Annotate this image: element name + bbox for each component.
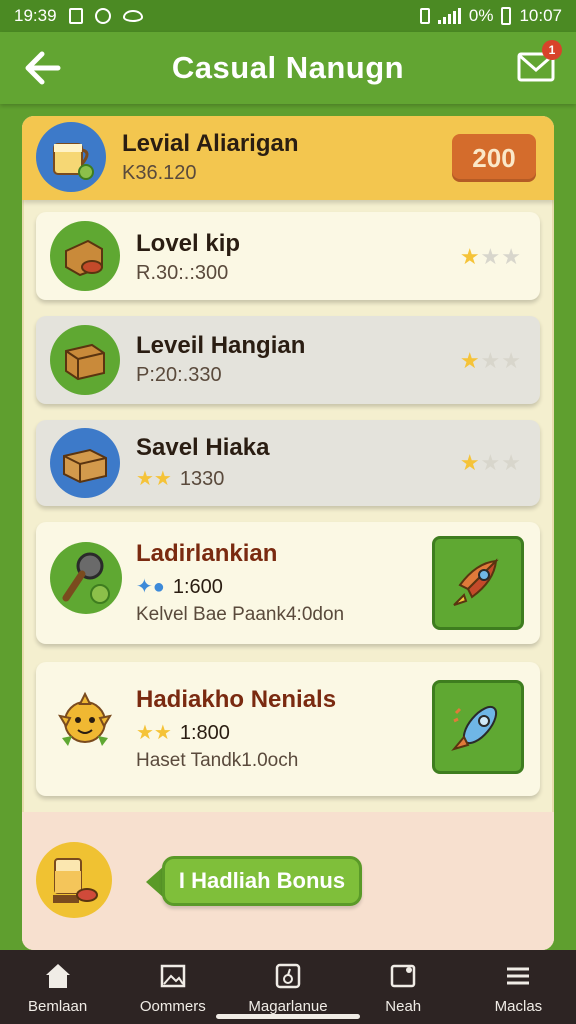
menu-icon: [507, 967, 530, 984]
back-arrow-icon: [25, 51, 61, 85]
status-bar: 19:39 0% 10:07: [0, 0, 576, 32]
list-item[interactable]: Lovel kip R.30:.:300 ★★★: [36, 212, 540, 300]
rocket-icon: [451, 705, 498, 751]
stars-icon: ★★: [136, 468, 172, 490]
item-avatar: [50, 325, 120, 395]
back-button[interactable]: [20, 48, 64, 88]
bottom-nav: Bemlaan Oommers Magarlanue Neah Maclas: [0, 950, 576, 1024]
music-icon: [68, 8, 83, 24]
battery-icon: [501, 7, 512, 25]
item-rating: ★★★: [459, 348, 522, 373]
rocket-icon: [453, 558, 499, 606]
gesture-bar[interactable]: [216, 1014, 360, 1019]
sun-creature-icon: [57, 691, 113, 746]
reward-card[interactable]: Hadiakho Nenials ★★ 1:800 Haset Tandk1.0o…: [36, 662, 540, 796]
reward-value-row: ★★ 1:800: [136, 720, 230, 745]
item-rating: ★★★: [459, 450, 522, 475]
bread-icon: [65, 239, 103, 277]
status-clock: 10:07: [519, 6, 562, 25]
list-item[interactable]: Savel Hiaka ★★ 1330 ★★★: [36, 420, 540, 506]
bonus-avatar: [36, 842, 112, 918]
gem-icon: ✦●: [136, 576, 165, 598]
reward-value-row: ✦● 1:600: [136, 574, 223, 599]
featured-sub: K36.120: [122, 162, 197, 184]
featured-card[interactable]: Levial Aliarigan K36.120 200: [22, 116, 554, 200]
item-sub: P:20:.330: [136, 364, 222, 386]
bonus-button[interactable]: I Hadliah Bonus: [162, 856, 362, 906]
box-icon: [65, 343, 105, 381]
nav-item-notes[interactable]: Neah: [346, 950, 461, 1024]
mail-button[interactable]: 1: [516, 40, 562, 86]
list-item[interactable]: Leveil Hangian P:20:.330 ★★★: [36, 316, 540, 404]
reward-name: Ladirlankian: [136, 540, 278, 567]
nav-label: Neah: [385, 997, 422, 1015]
mail-badge: 1: [542, 40, 562, 60]
stars-icon: ★★: [136, 722, 172, 744]
reward-desc: Haset Tandk1.0och: [136, 750, 299, 771]
reward-avatar: [46, 684, 124, 762]
reward-card[interactable]: Ladirlankian ✦● 1:600 Kelvel Bae Paank4:0…: [36, 522, 540, 644]
battery-text: 0%: [468, 6, 494, 25]
reward-value: 1:600: [172, 576, 223, 598]
points-badge[interactable]: 200: [452, 134, 536, 182]
nav-item-menu[interactable]: Maclas: [461, 950, 576, 1024]
item-avatar: [50, 428, 120, 498]
reward-value: 1:800: [179, 722, 230, 744]
nav-label: Magarlanue: [248, 997, 328, 1015]
page-title: Casual Nanugn: [171, 50, 405, 85]
rocket-button[interactable]: [432, 680, 524, 774]
item-name: Savel Hiaka: [136, 434, 270, 461]
nav-item-shop[interactable]: Magarlanue: [230, 950, 345, 1024]
nav-item-home[interactable]: Bemlaan: [0, 950, 115, 1024]
reward-desc: Kelvel Bae Paank4:0don: [136, 604, 345, 625]
image-icon: [160, 964, 186, 987]
chat-icon: [94, 8, 111, 24]
rocket-button[interactable]: [432, 536, 524, 630]
levels-panel: Levial Aliarigan K36.120 200 Lovel kip R…: [22, 116, 554, 950]
featured-avatar: [36, 122, 106, 192]
item-name: Lovel kip: [136, 230, 241, 257]
nav-label: Maclas: [494, 997, 543, 1015]
reward-avatar: [50, 542, 122, 614]
magnifier-icon: [62, 552, 110, 604]
notes-icon: [390, 964, 416, 987]
vibrate-icon: [419, 8, 430, 24]
featured-name: Levial Aliarigan: [122, 130, 299, 157]
reward-name: Hadiakho Nenials: [136, 686, 337, 713]
item-avatar: [50, 221, 120, 291]
drink-icon: [53, 143, 94, 180]
bag-icon: [275, 963, 301, 988]
signal-icon: [437, 8, 461, 24]
item-name: Leveil Hangian: [136, 332, 306, 359]
item-rating: ★★★: [459, 244, 522, 269]
nav-label: Bemlaan: [28, 997, 88, 1015]
item-sub-row: ★★ 1330: [136, 466, 224, 491]
eye-icon: [122, 10, 143, 22]
item-sub: 1330: [179, 468, 225, 490]
bonus-section: I Hadliah Bonus: [22, 812, 554, 950]
item-sub: R.30:.:300: [136, 262, 229, 284]
home-icon: [45, 963, 70, 988]
juice-icon: [53, 858, 98, 903]
app-header: Casual Nanugn 1: [0, 32, 576, 104]
status-time: 19:39: [14, 6, 57, 25]
nav-item-images[interactable]: Oommers: [115, 950, 230, 1024]
crate-icon: [63, 448, 107, 484]
nav-label: Oommers: [139, 997, 206, 1015]
